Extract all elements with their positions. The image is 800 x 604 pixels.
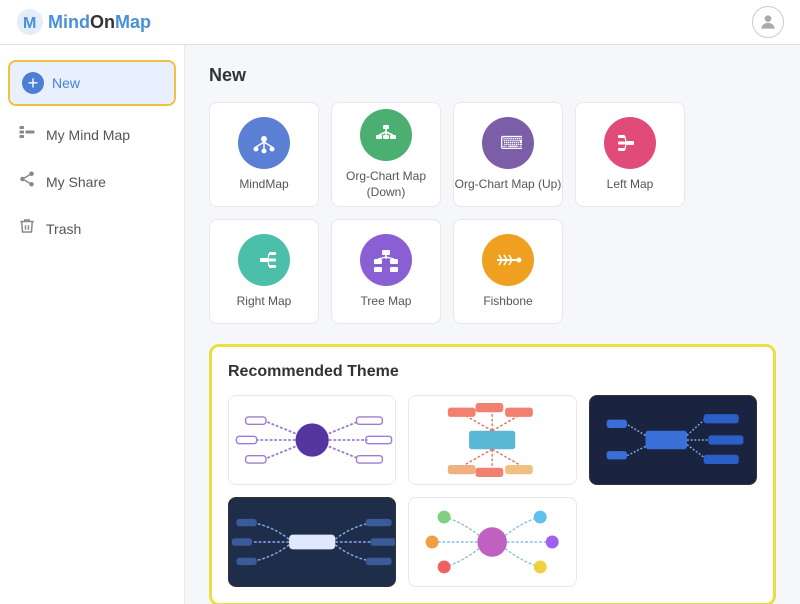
sidebar-item-my-share[interactable]: My Share [0, 158, 184, 205]
tree-map-label: Tree Map [361, 294, 412, 310]
org-chart-down-label: Org-Chart Map (Down) [346, 169, 426, 200]
logo-mind: Mind [48, 12, 90, 32]
theme-card-4[interactable] [228, 497, 396, 587]
logo: M MindOnMap [16, 8, 151, 36]
theme-card-5[interactable] [408, 497, 576, 587]
sidebar-item-my-share-label: My Share [46, 174, 106, 190]
left-map-icon-circle [604, 117, 656, 169]
svg-text:M: M [23, 15, 36, 32]
sidebar: + New My Mind Map [0, 45, 185, 604]
logo-text: MindOnMap [48, 12, 151, 33]
map-card-org-chart-down[interactable]: Org-Chart Map (Down) [331, 102, 441, 207]
header: M MindOnMap [0, 0, 800, 45]
left-map-label: Left Map [607, 177, 654, 193]
svg-text:⌨: ⌨ [500, 133, 522, 153]
org-chart-up-label: Org-Chart Map (Up) [455, 177, 562, 193]
map-type-grid: MindMap Org-Chart Map (Down) [209, 102, 776, 324]
my-share-icon [18, 170, 36, 193]
section-title: New [209, 65, 776, 86]
map-card-left-map[interactable]: Left Map [575, 102, 685, 207]
trash-icon [18, 217, 36, 240]
logo-icon: M [16, 8, 44, 36]
recommended-theme-section: Recommended Theme [209, 344, 776, 604]
logo-map-text: Map [115, 12, 151, 32]
map-card-mindmap[interactable]: MindMap [209, 102, 319, 207]
mindmap-label: MindMap [239, 177, 288, 193]
tree-map-icon-circle [360, 234, 412, 286]
sidebar-item-new-label: New [52, 75, 80, 91]
recommended-title: Recommended Theme [228, 363, 757, 381]
org-chart-down-icon-circle [360, 109, 412, 161]
theme-card-3[interactable] [589, 395, 757, 485]
sidebar-item-my-mind-map[interactable]: My Mind Map [0, 111, 184, 158]
sidebar-item-new[interactable]: + New [8, 60, 176, 106]
theme-card-2[interactable] [408, 395, 576, 485]
mindmap-icon-circle [238, 117, 290, 169]
map-card-right-map[interactable]: Right Map [209, 219, 319, 324]
map-card-org-chart-up[interactable]: ⌨ Org-Chart Map (Up) [453, 102, 563, 207]
logo-on: On [90, 12, 115, 32]
org-chart-up-icon-circle: ⌨ [482, 117, 534, 169]
sidebar-item-trash[interactable]: Trash [0, 205, 184, 252]
user-avatar[interactable] [752, 6, 784, 38]
sidebar-item-trash-label: Trash [46, 221, 81, 237]
fishbone-label: Fishbone [483, 294, 532, 310]
map-card-fishbone[interactable]: Fishbone [453, 219, 563, 324]
map-card-tree-map[interactable]: Tree Map [331, 219, 441, 324]
new-icon: + [22, 72, 44, 94]
main-layout: + New My Mind Map [0, 45, 800, 604]
fishbone-icon-circle [482, 234, 534, 286]
theme-grid [228, 395, 757, 587]
sidebar-item-my-mind-map-label: My Mind Map [46, 127, 130, 143]
right-map-label: Right Map [237, 294, 292, 310]
theme-card-1[interactable] [228, 395, 396, 485]
right-map-icon-circle [238, 234, 290, 286]
my-mind-map-icon [18, 123, 36, 146]
content-area: New MindMap [185, 45, 800, 604]
